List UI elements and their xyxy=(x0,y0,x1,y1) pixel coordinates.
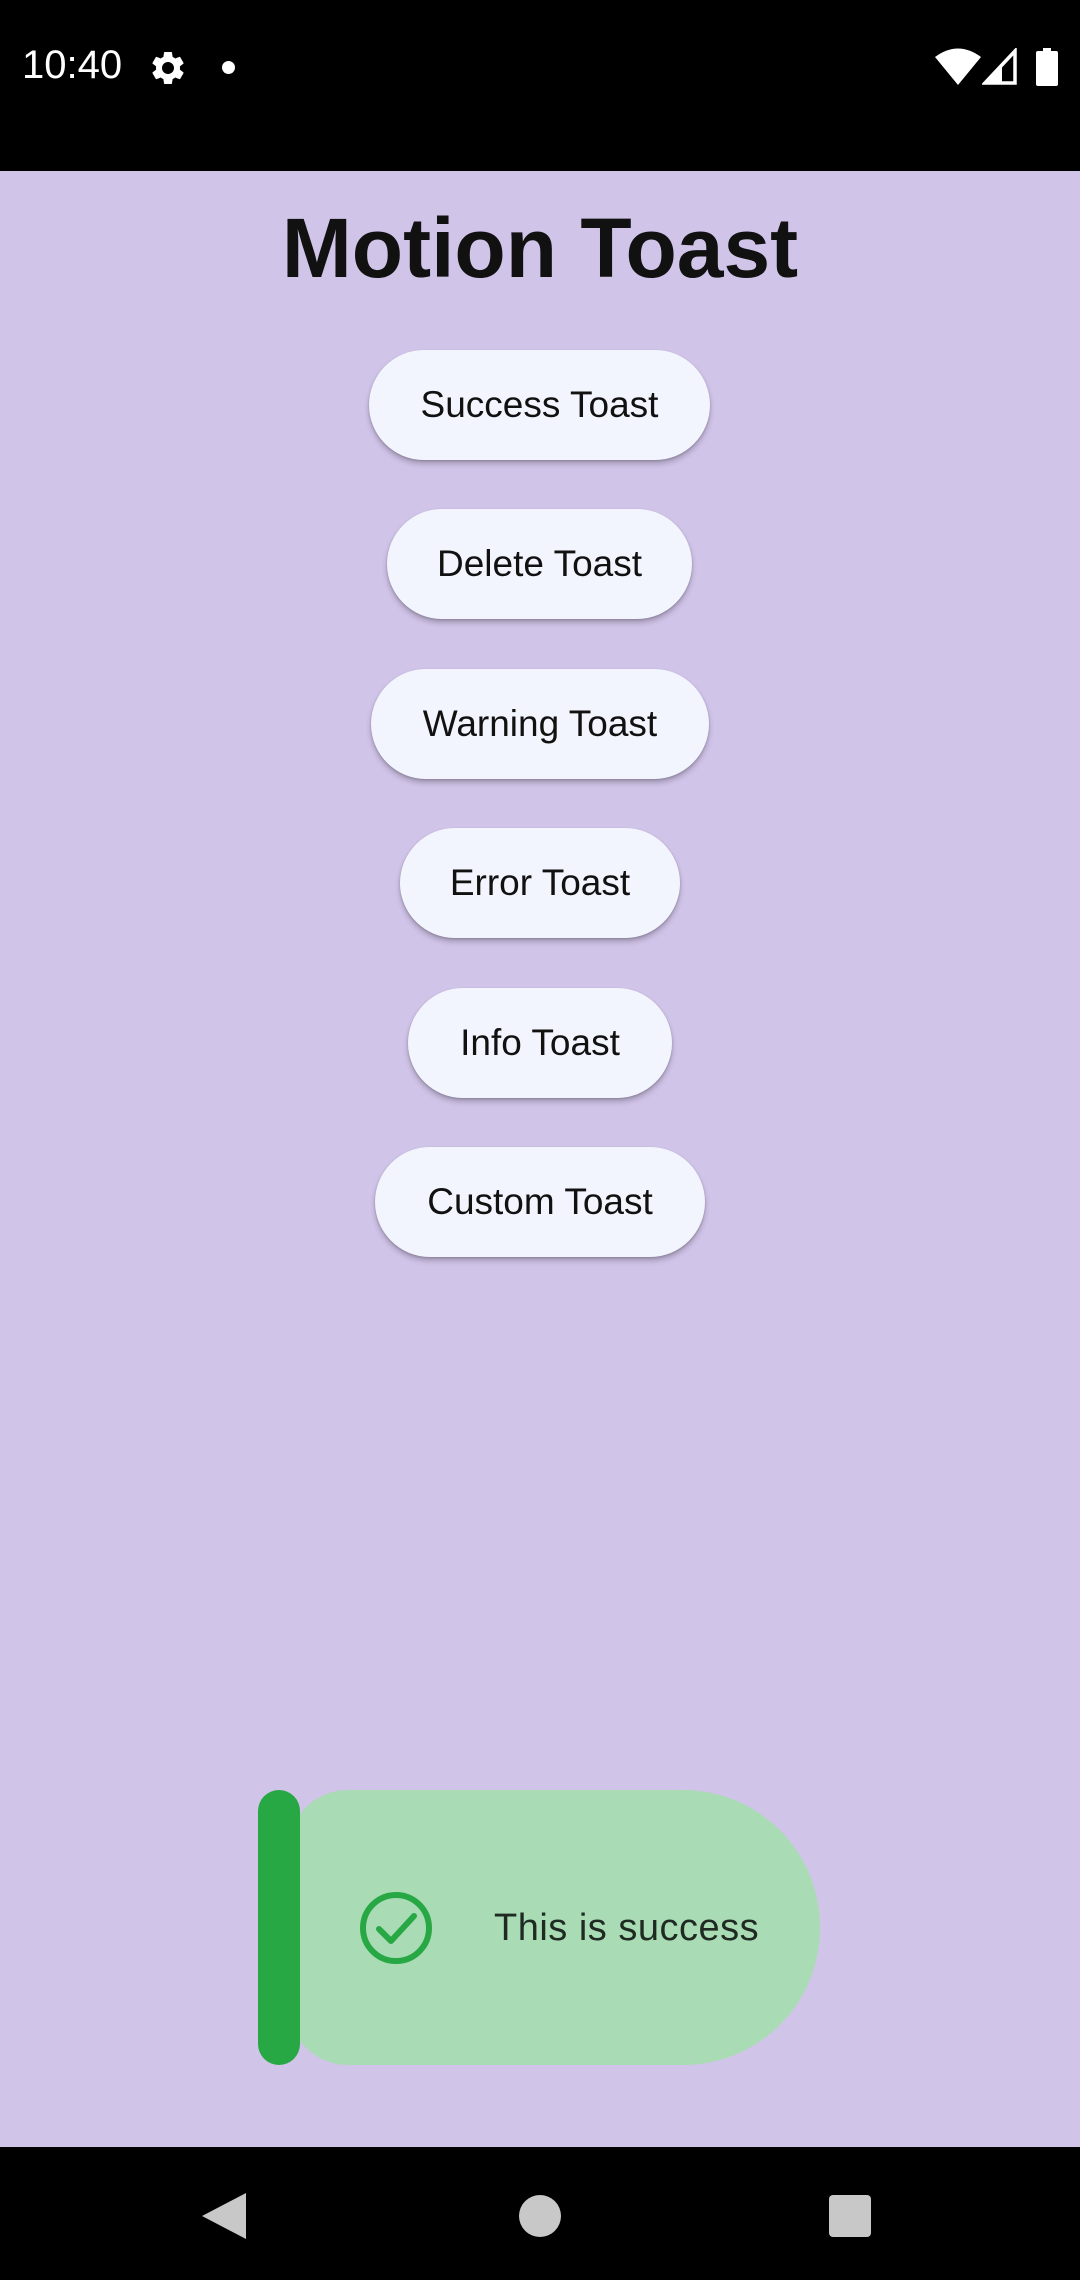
battery-icon xyxy=(1036,48,1058,86)
wifi-icon xyxy=(935,48,981,85)
back-icon[interactable] xyxy=(202,2193,246,2239)
error-toast-button[interactable]: Error Toast xyxy=(400,828,680,938)
toast-message: This is success xyxy=(494,1907,760,1949)
success-toast-button[interactable]: Success Toast xyxy=(369,350,710,460)
toast-accent-bar xyxy=(258,1790,300,2065)
page-title: Motion Toast xyxy=(281,201,799,295)
success-toast: This is success xyxy=(258,1790,820,2065)
warning-toast-button[interactable]: Warning Toast xyxy=(371,669,709,779)
check-circle-icon xyxy=(360,1892,432,1964)
navigation-bar xyxy=(0,2147,1080,2280)
status-bar: 10:40 xyxy=(0,0,1080,171)
info-toast-button[interactable]: Info Toast xyxy=(408,988,672,1098)
gear-icon xyxy=(152,51,184,84)
delete-toast-button[interactable]: Delete Toast xyxy=(387,509,692,619)
recents-icon[interactable] xyxy=(829,2195,871,2237)
home-icon[interactable] xyxy=(519,2195,561,2237)
notification-dot-icon xyxy=(222,61,235,74)
status-time: 10:40 xyxy=(22,43,123,87)
signal-icon xyxy=(982,48,1017,85)
custom-toast-button[interactable]: Custom Toast xyxy=(375,1147,705,1257)
